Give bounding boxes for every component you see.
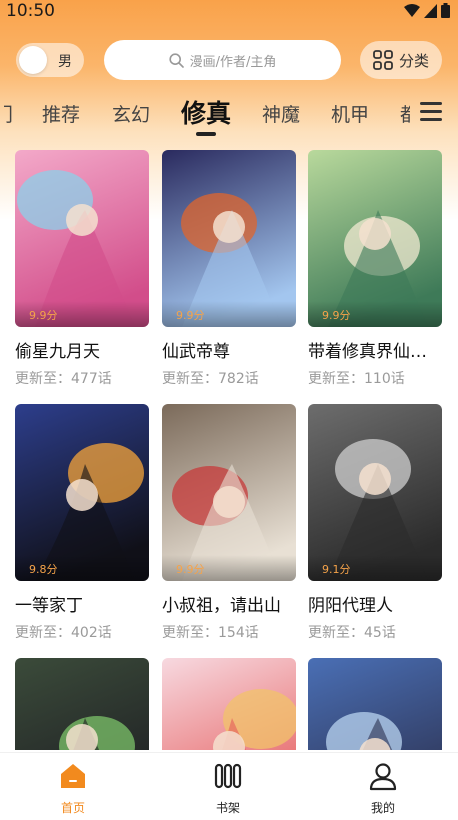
tab-partial-right[interactable]: 都 bbox=[400, 100, 410, 126]
gender-toggle[interactable]: 男 bbox=[16, 43, 84, 77]
grid-icon bbox=[373, 50, 393, 70]
comic-card[interactable] bbox=[162, 658, 296, 750]
category-label: 分类 bbox=[398, 51, 429, 70]
tab-partial-left[interactable]: 门 bbox=[4, 100, 16, 126]
home-icon bbox=[61, 764, 85, 788]
comic-card[interactable] bbox=[308, 658, 442, 750]
comic-score: 9.9分 bbox=[162, 555, 296, 581]
nav-profile-label: 我的 bbox=[370, 801, 395, 815]
status-time: 10:50 bbox=[6, 1, 55, 21]
comic-cover[interactable]: 9.1分 bbox=[308, 404, 442, 581]
comic-score: 9.9分 bbox=[162, 301, 296, 327]
comic-card[interactable]: 9.9分 偷星九月天 更新至：477话 bbox=[15, 150, 149, 388]
comic-card[interactable]: 9.1分 阴阳代理人 更新至：45话 bbox=[308, 404, 442, 642]
nav-bookshelf-label: 书架 bbox=[215, 801, 240, 815]
tab-xiuzhen[interactable]: 修真 bbox=[181, 94, 231, 130]
comic-update: 更新至：402话 bbox=[15, 625, 112, 641]
comic-card[interactable]: 9.8分 一等家丁 更新至：402话 bbox=[15, 404, 149, 642]
comic-update: 更新至：477话 bbox=[15, 371, 112, 387]
status-icons bbox=[404, 3, 450, 18]
wifi-icon bbox=[404, 3, 420, 17]
comic-cover[interactable] bbox=[308, 658, 442, 750]
active-tab-indicator bbox=[196, 132, 216, 136]
comic-cover[interactable]: 9.9分 bbox=[162, 404, 296, 581]
comic-update: 更新至：154话 bbox=[162, 625, 259, 641]
comic-title[interactable]: 带着修真界仙子们天下无敌 bbox=[308, 337, 442, 362]
comic-title[interactable]: 仙武帝尊 bbox=[162, 337, 296, 362]
comic-card[interactable] bbox=[15, 658, 149, 750]
comic-card[interactable]: 9.9分 小叔祖，请出山 更新至：154话 bbox=[162, 404, 296, 642]
menu-icon[interactable] bbox=[420, 102, 442, 122]
comic-update: 更新至：45话 bbox=[308, 625, 396, 641]
comic-cover[interactable]: 9.8分 bbox=[15, 404, 149, 581]
nav-home-label: 首页 bbox=[60, 801, 85, 815]
comic-score: 9.8分 bbox=[15, 555, 149, 581]
status-bar: 10:50 bbox=[0, 0, 458, 22]
comic-card[interactable]: 9.9分 仙武帝尊 更新至：782话 bbox=[162, 150, 296, 388]
comic-title[interactable]: 一等家丁 bbox=[15, 591, 149, 616]
battery-icon bbox=[441, 3, 450, 18]
nav-profile[interactable]: 我的 bbox=[343, 761, 423, 816]
cover-image bbox=[308, 658, 442, 750]
comic-score: 9.9分 bbox=[308, 301, 442, 327]
nav-home[interactable]: 首页 bbox=[33, 761, 113, 816]
comic-card[interactable]: 9.9分 带着修真界仙子们天下无敌 更新至：110话 bbox=[308, 150, 442, 388]
tab-recommend[interactable]: 推荐 bbox=[42, 100, 80, 127]
search-input[interactable]: 漫画/作者/主角 bbox=[104, 40, 341, 80]
signal-icon bbox=[424, 3, 437, 18]
comic-score: 9.1分 bbox=[308, 555, 442, 581]
comic-title[interactable]: 阴阳代理人 bbox=[308, 591, 442, 616]
tab-xuanhuan[interactable]: 玄幻 bbox=[112, 100, 150, 127]
comic-cover[interactable]: 9.9分 bbox=[308, 150, 442, 327]
comic-title[interactable]: 偷星九月天 bbox=[15, 337, 149, 362]
cover-image bbox=[15, 658, 149, 750]
comic-score: 9.9分 bbox=[15, 301, 149, 327]
comic-grid: 9.9分 偷星九月天 更新至：477话 9.9分 仙武帝尊 更新至：782话 9… bbox=[0, 150, 458, 750]
tab-jijia[interactable]: 机甲 bbox=[331, 100, 369, 127]
comic-cover[interactable] bbox=[15, 658, 149, 750]
search-icon bbox=[169, 52, 184, 68]
comic-update: 更新至：110话 bbox=[308, 371, 405, 387]
comic-update: 更新至：782话 bbox=[162, 371, 259, 387]
search-placeholder: 漫画/作者/主角 bbox=[189, 54, 277, 70]
toggle-knob[interactable] bbox=[19, 46, 47, 74]
genre-tabs: 门 推荐 玄幻 修真 神魔 机甲 都 bbox=[0, 88, 458, 140]
tab-shenmo[interactable]: 神魔 bbox=[262, 100, 300, 127]
bottom-nav: 首页 书架 我的 bbox=[0, 752, 458, 820]
nav-bookshelf[interactable]: 书架 bbox=[188, 761, 268, 816]
top-bar: 男 漫画/作者/主角 分类 bbox=[0, 40, 458, 80]
category-button[interactable]: 分类 bbox=[360, 41, 442, 79]
comic-cover[interactable]: 9.9分 bbox=[15, 150, 149, 327]
cover-image bbox=[162, 658, 296, 750]
comic-cover[interactable] bbox=[162, 658, 296, 750]
comic-title[interactable]: 小叔祖，请出山 bbox=[162, 591, 296, 616]
gender-label: 男 bbox=[58, 54, 72, 70]
comic-cover[interactable]: 9.9分 bbox=[162, 150, 296, 327]
profile-icon bbox=[369, 763, 397, 791]
bookshelf-icon bbox=[214, 763, 242, 789]
